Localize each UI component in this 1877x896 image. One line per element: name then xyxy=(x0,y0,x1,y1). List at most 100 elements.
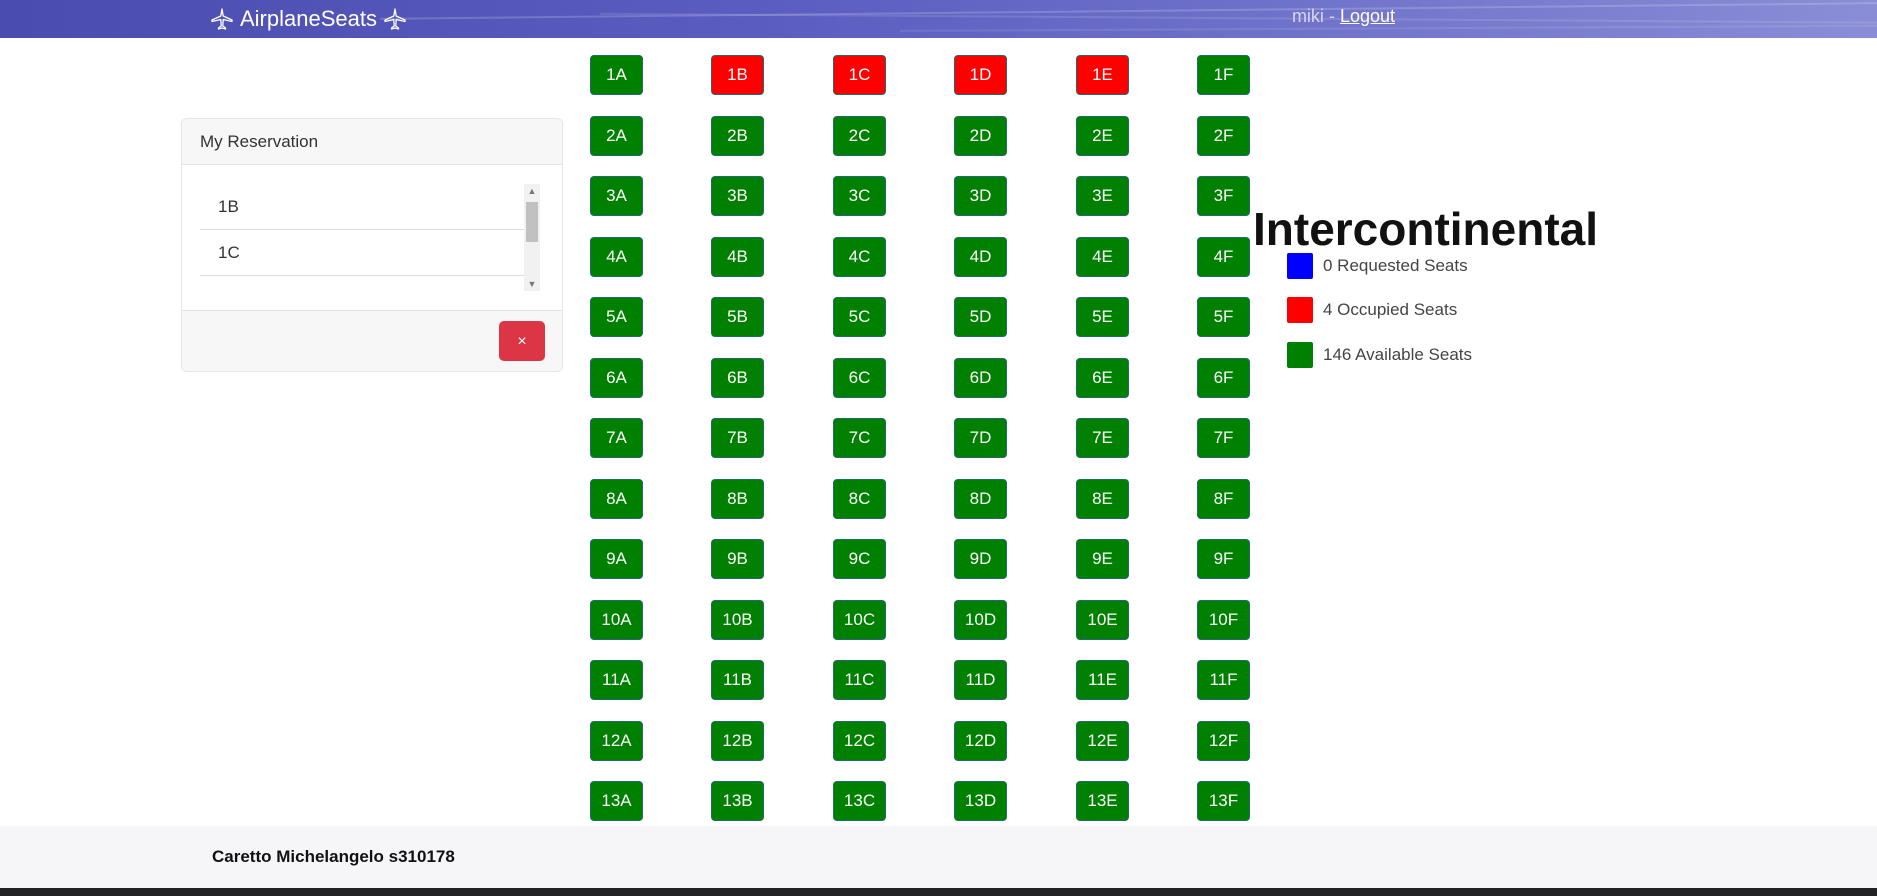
seat-11C[interactable]: 11C xyxy=(833,660,886,700)
seat-9A[interactable]: 9A xyxy=(590,539,643,579)
seat-12C[interactable]: 12C xyxy=(833,721,886,761)
seat-6F[interactable]: 6F xyxy=(1197,358,1250,398)
seat-6C[interactable]: 6C xyxy=(833,358,886,398)
seat-12E[interactable]: 12E xyxy=(1076,721,1129,761)
seat-11F[interactable]: 11F xyxy=(1197,660,1250,700)
seat-9F[interactable]: 9F xyxy=(1197,539,1250,579)
seat-4C[interactable]: 4C xyxy=(833,237,886,277)
seat-1D[interactable]: 1D xyxy=(954,55,1007,95)
legend-available: 146 Available Seats xyxy=(1287,341,1472,369)
seat-8D[interactable]: 8D xyxy=(954,479,1007,519)
reservation-list-item: 1B xyxy=(200,184,540,230)
seat-2E[interactable]: 2E xyxy=(1076,116,1129,156)
seat-6B[interactable]: 6B xyxy=(711,358,764,398)
seat-7C[interactable]: 7C xyxy=(833,418,886,458)
seat-9C[interactable]: 9C xyxy=(833,539,886,579)
seat-1E[interactable]: 1E xyxy=(1076,55,1129,95)
seat-4B[interactable]: 4B xyxy=(711,237,764,277)
seat-8A[interactable]: 8A xyxy=(590,479,643,519)
available-count: 146 Available Seats xyxy=(1323,345,1473,364)
seat-3C[interactable]: 3C xyxy=(833,176,886,216)
seat-1A[interactable]: 1A xyxy=(590,55,643,95)
seat-3E[interactable]: 3E xyxy=(1076,176,1129,216)
seat-5B[interactable]: 5B xyxy=(711,297,764,337)
seat-2A[interactable]: 2A xyxy=(590,116,643,156)
seat-6D[interactable]: 6D xyxy=(954,358,1007,398)
reservation-list-item: 1C xyxy=(200,230,540,276)
seat-7D[interactable]: 7D xyxy=(954,418,1007,458)
seat-3D[interactable]: 3D xyxy=(954,176,1007,216)
seat-10F[interactable]: 10F xyxy=(1197,600,1250,640)
seat-7B[interactable]: 7B xyxy=(711,418,764,458)
legend-occupied: 4 Occupied Seats xyxy=(1287,296,1457,324)
seat-11A[interactable]: 11A xyxy=(590,660,643,700)
seat-11D[interactable]: 11D xyxy=(954,660,1007,700)
logout-link[interactable]: Logout xyxy=(1340,6,1395,26)
seat-1B[interactable]: 1B xyxy=(711,55,764,95)
seat-13C[interactable]: 13C xyxy=(833,781,886,821)
bottom-border xyxy=(0,888,1877,896)
seat-3B[interactable]: 3B xyxy=(711,176,764,216)
seat-9D[interactable]: 9D xyxy=(954,539,1007,579)
reservation-card: My Reservation 1B 1C ▲ ▼ × xyxy=(181,118,563,372)
seat-13F[interactable]: 13F xyxy=(1197,781,1250,821)
available-swatch xyxy=(1287,342,1313,368)
occupied-count: 4 Occupied Seats xyxy=(1323,300,1458,319)
seat-6A[interactable]: 6A xyxy=(590,358,643,398)
seat-12A[interactable]: 12A xyxy=(590,721,643,761)
seat-5F[interactable]: 5F xyxy=(1197,297,1250,337)
seat-10D[interactable]: 10D xyxy=(954,600,1007,640)
brand-link[interactable]: AirplaneSeats xyxy=(210,4,407,34)
cancel-reservation-button[interactable]: × xyxy=(499,321,545,361)
seat-2F[interactable]: 2F xyxy=(1197,116,1250,156)
scroll-up-icon[interactable]: ▲ xyxy=(524,184,540,198)
scroll-thumb[interactable] xyxy=(526,202,538,242)
seat-5D[interactable]: 5D xyxy=(954,297,1007,337)
seat-12B[interactable]: 12B xyxy=(711,721,764,761)
seat-12F[interactable]: 12F xyxy=(1197,721,1250,761)
seat-1F[interactable]: 1F xyxy=(1197,55,1250,95)
requested-count: 0 Requested Seats xyxy=(1323,256,1468,275)
scroll-down-icon[interactable]: ▼ xyxy=(524,277,540,291)
seat-10A[interactable]: 10A xyxy=(590,600,643,640)
seat-5E[interactable]: 5E xyxy=(1076,297,1129,337)
seat-9B[interactable]: 9B xyxy=(711,539,764,579)
reservation-scrollbar[interactable]: ▲ ▼ xyxy=(524,184,540,291)
seat-4D[interactable]: 4D xyxy=(954,237,1007,277)
seat-5C[interactable]: 5C xyxy=(833,297,886,337)
seat-8C[interactable]: 8C xyxy=(833,479,886,519)
seat-13E[interactable]: 13E xyxy=(1076,781,1129,821)
seat-13B[interactable]: 13B xyxy=(711,781,764,821)
seat-7F[interactable]: 7F xyxy=(1197,418,1250,458)
airplane-icon xyxy=(211,8,233,30)
seat-3A[interactable]: 3A xyxy=(590,176,643,216)
seat-4E[interactable]: 4E xyxy=(1076,237,1129,277)
seat-13D[interactable]: 13D xyxy=(954,781,1007,821)
seat-9E[interactable]: 9E xyxy=(1076,539,1129,579)
seat-10B[interactable]: 10B xyxy=(711,600,764,640)
seat-7A[interactable]: 7A xyxy=(590,418,643,458)
seat-2C[interactable]: 2C xyxy=(833,116,886,156)
seat-13A[interactable]: 13A xyxy=(590,781,643,821)
seat-8E[interactable]: 8E xyxy=(1076,479,1129,519)
seat-2B[interactable]: 2B xyxy=(711,116,764,156)
seat-10C[interactable]: 10C xyxy=(833,600,886,640)
seat-11E[interactable]: 11E xyxy=(1076,660,1129,700)
seat-1C[interactable]: 1C xyxy=(833,55,886,95)
seat-8F[interactable]: 8F xyxy=(1197,479,1250,519)
footer: Caretto Michelangelo s310178 xyxy=(0,826,1877,888)
seat-6E[interactable]: 6E xyxy=(1076,358,1129,398)
plane-type-title: Intercontinental xyxy=(1253,203,1599,255)
seat-12D[interactable]: 12D xyxy=(954,721,1007,761)
seat-2D[interactable]: 2D xyxy=(954,116,1007,156)
seat-4F[interactable]: 4F xyxy=(1197,237,1250,277)
seat-11B[interactable]: 11B xyxy=(711,660,764,700)
seat-8B[interactable]: 8B xyxy=(711,479,764,519)
seat-10E[interactable]: 10E xyxy=(1076,600,1129,640)
reservation-footer: × xyxy=(182,310,562,371)
seat-4A[interactable]: 4A xyxy=(590,237,643,277)
brand-name: AirplaneSeats xyxy=(240,6,377,31)
seat-3F[interactable]: 3F xyxy=(1197,176,1250,216)
seat-5A[interactable]: 5A xyxy=(590,297,643,337)
seat-7E[interactable]: 7E xyxy=(1076,418,1129,458)
